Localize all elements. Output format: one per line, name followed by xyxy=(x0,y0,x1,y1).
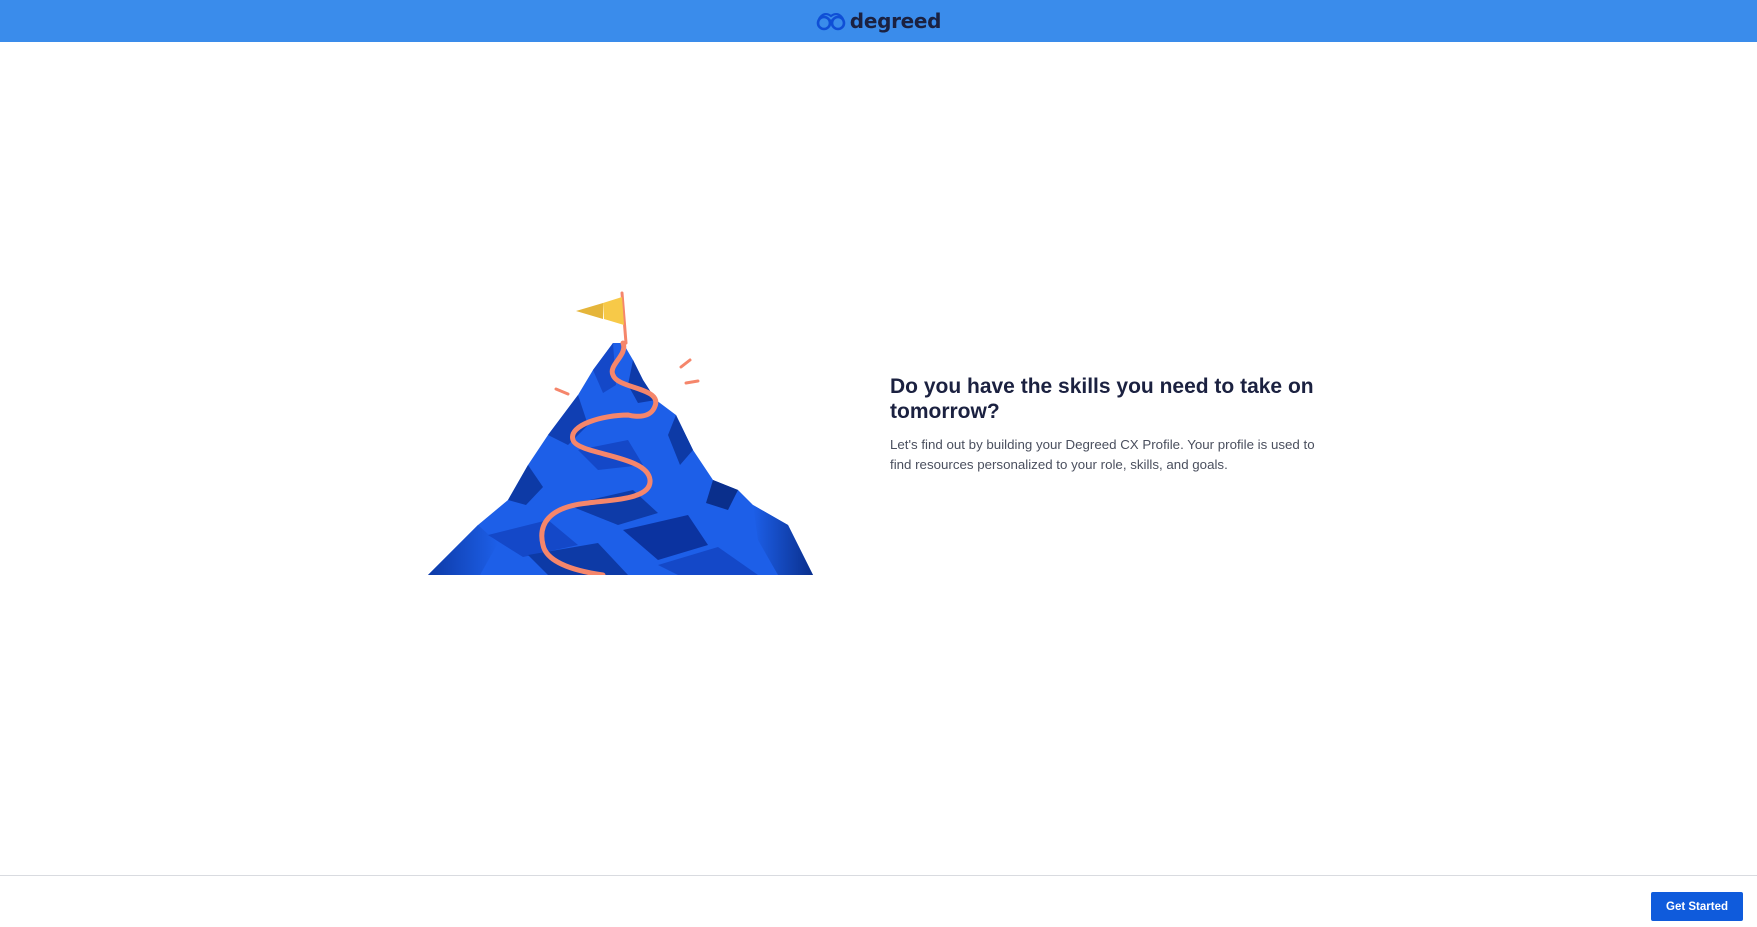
brand-logo[interactable]: degreed xyxy=(816,9,942,33)
page-title: Do you have the skills you need to take … xyxy=(890,375,1314,423)
intro-content: Do you have the skills you need to take … xyxy=(890,374,1340,475)
get-started-button[interactable]: Get Started xyxy=(1651,892,1743,921)
footer-bar: Get Started xyxy=(0,875,1757,927)
top-header: degreed xyxy=(0,0,1757,42)
mountain-summit-flag-icon xyxy=(428,275,863,578)
main-content: Do you have the skills you need to take … xyxy=(0,42,1757,875)
brand-name: degreed xyxy=(849,9,942,33)
degreed-glasses-logo-icon xyxy=(816,10,846,32)
page-description: Let's find out by building your Degreed … xyxy=(890,437,1315,472)
